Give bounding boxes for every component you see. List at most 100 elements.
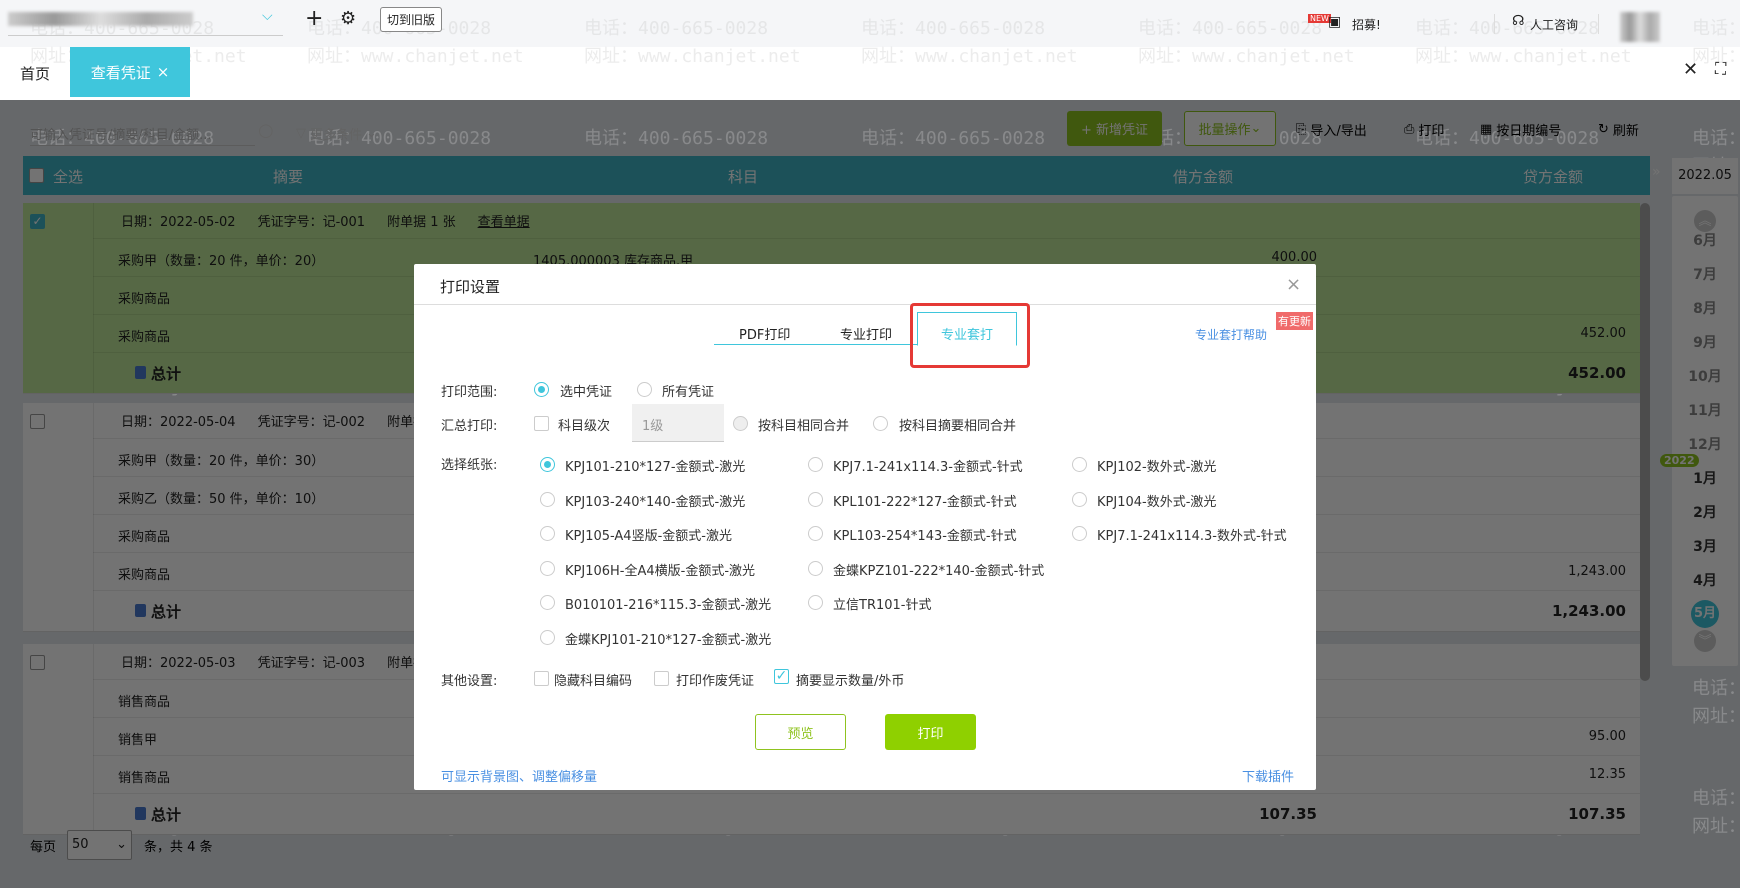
- total-icon: [135, 604, 146, 617]
- line-summary: 采购商品: [118, 568, 171, 583]
- paper-radio[interactable]: [1072, 526, 1087, 541]
- background-offset-link[interactable]: 可显示背景图、调整偏移量: [441, 766, 597, 785]
- tab-pro-template-print[interactable]: 专业套打: [917, 312, 1017, 346]
- help-link[interactable]: 专业套打帮助: [1195, 326, 1267, 343]
- per-page-label: 每页: [30, 840, 57, 855]
- paper-radio[interactable]: [808, 595, 823, 610]
- range-selected-radio[interactable]: [534, 382, 549, 397]
- voucher-number: 凭证字号：记-002: [257, 415, 366, 430]
- per-page-select[interactable]: 50 ⌄: [67, 830, 132, 860]
- line-summary: 采购商品: [118, 530, 171, 545]
- paper-radio[interactable]: [540, 629, 555, 645]
- chevron-down-icon: ⌄: [366, 126, 377, 141]
- select-all-checkbox[interactable]: [29, 168, 44, 183]
- search-icon[interactable]: ○: [258, 120, 274, 141]
- close-icon[interactable]: ×: [1286, 274, 1301, 295]
- view-attachments-link[interactable]: 查看单据: [478, 211, 530, 230]
- total-label: 总计: [151, 603, 182, 621]
- paper-option-label: KPJ7.1-241x114.3-数外式-针式: [1097, 529, 1287, 544]
- print-button[interactable]: 打印: [885, 714, 976, 750]
- download-plugin-link[interactable]: 下载插件: [1242, 766, 1294, 785]
- total-credit: 107.35: [1568, 805, 1626, 823]
- paper-radio[interactable]: [540, 526, 555, 541]
- tab-pdf-print[interactable]: PDF打印: [739, 324, 790, 343]
- voucher-checkbox[interactable]: [30, 655, 45, 670]
- month-item[interactable]: 1月: [1672, 468, 1738, 488]
- month-item[interactable]: 8月: [1672, 298, 1738, 318]
- month-item[interactable]: 10月: [1672, 366, 1738, 386]
- paper-radio[interactable]: [540, 595, 555, 610]
- paper-radio[interactable]: [540, 491, 555, 507]
- line-credit: 1,243.00: [1568, 564, 1626, 579]
- month-item[interactable]: 9月: [1672, 332, 1738, 352]
- line-summary: 销售商品: [118, 771, 171, 786]
- scroll-up-icon[interactable]: ︽: [1694, 210, 1716, 232]
- line-debit: 400.00: [1271, 250, 1318, 265]
- merge-subject-radio[interactable]: [733, 416, 748, 431]
- paper-radio[interactable]: [540, 560, 555, 576]
- hide-code-checkbox[interactable]: [534, 671, 549, 686]
- summary-print-label: 汇总打印:: [441, 419, 498, 434]
- total-row: 总计 107.35 107.35: [93, 793, 1640, 835]
- printer-icon: ⎙: [1404, 122, 1415, 137]
- import-export-button[interactable]: ⎘ 导入/导出: [1296, 120, 1367, 139]
- month-item[interactable]: 11月: [1672, 400, 1738, 420]
- paper-option-label: KPJ106H-全A4横版-金额式-激光: [565, 563, 756, 579]
- voucher-attachments: 附单据 1 张: [387, 215, 456, 230]
- paper-option-label: KPJ104-数外式-激光: [1097, 494, 1217, 510]
- collapse-icon[interactable]: »: [1652, 164, 1661, 180]
- print-toolbar-button[interactable]: ⎙ 打印: [1404, 120, 1444, 139]
- search-input[interactable]: 可输入凭证号/摘要/科目/金额...: [30, 118, 255, 146]
- header-credit: 贷方金额: [1523, 168, 1584, 186]
- range-all-radio[interactable]: [637, 382, 652, 397]
- paper-radio[interactable]: [808, 491, 823, 507]
- date-number-button[interactable]: ▦ 按日期编号: [1480, 120, 1561, 139]
- paper-radio[interactable]: [808, 560, 823, 576]
- level-input[interactable]: 1级: [632, 404, 724, 442]
- import-export-label: 导入/导出: [1310, 124, 1367, 139]
- merge-subject-summary-label: 按科目摘要相同合并: [899, 419, 1017, 434]
- merge-subject-label: 按科目相同合并: [758, 419, 850, 434]
- paper-radio[interactable]: [808, 457, 823, 472]
- batch-label: 批量操作: [1198, 123, 1251, 138]
- month-item[interactable]: 5月: [1691, 600, 1719, 628]
- total-icon: [135, 807, 146, 820]
- refresh-button[interactable]: ↻ 刷新: [1598, 120, 1639, 139]
- total-label: 总计: [151, 806, 182, 824]
- paper-option-label: 金蝶KPZ101-222*140-金额式-针式: [833, 563, 1045, 579]
- month-item[interactable]: 12月: [1672, 434, 1738, 454]
- tab-pro-print[interactable]: 专业打印: [840, 324, 892, 343]
- add-voucher-button[interactable]: + 新增凭证: [1067, 111, 1162, 146]
- more-conditions-button[interactable]: ▽ 更多条件 ⌄: [296, 124, 377, 143]
- level-checkbox[interactable]: [534, 416, 549, 431]
- month-item[interactable]: 2月: [1672, 502, 1738, 522]
- dialog-title: 打印设置: [440, 278, 501, 296]
- record-count: 条，共 4 条: [144, 840, 213, 855]
- scroll-down-icon[interactable]: ︾: [1694, 630, 1716, 652]
- chevron-down-icon: ⌄: [116, 837, 127, 852]
- preview-button[interactable]: 预览: [755, 714, 846, 750]
- voucher-checkbox[interactable]: ✓: [30, 214, 45, 229]
- paper-radio[interactable]: [540, 457, 555, 472]
- paper-option-label: KPJ105-A4竖版-金额式-激光: [565, 529, 732, 544]
- show-quantity-checkbox[interactable]: ✓: [774, 669, 789, 684]
- paper-option-label: KPJ101-210*127-金额式-激光: [565, 460, 746, 475]
- merge-subject-summary-radio[interactable]: [873, 416, 888, 431]
- scrollbar[interactable]: [1640, 203, 1650, 681]
- voucher-checkbox[interactable]: [30, 414, 45, 429]
- total-debit: 107.35: [1259, 805, 1317, 823]
- month-item[interactable]: 6月: [1672, 230, 1738, 250]
- paper-option-label: 立信TR101-针式: [833, 598, 932, 613]
- paper-radio[interactable]: [1072, 491, 1087, 507]
- voucher-header: 日期：2022-05-03 凭证字号：记-003 附单据: [93, 644, 426, 679]
- line-credit: 452.00: [1580, 326, 1627, 341]
- month-item[interactable]: 7月: [1672, 264, 1738, 284]
- table-header: 全选 摘要 科目 借方金额 贷方金额: [23, 156, 1650, 195]
- paper-radio[interactable]: [1072, 457, 1087, 472]
- paper-label: 选择纸张:: [441, 458, 498, 473]
- print-void-checkbox[interactable]: [654, 671, 669, 686]
- batch-operation-button[interactable]: 批量操作 ⌄: [1184, 111, 1276, 146]
- month-item[interactable]: 4月: [1672, 570, 1738, 590]
- paper-radio[interactable]: [808, 526, 823, 541]
- month-item[interactable]: 3月: [1672, 536, 1738, 556]
